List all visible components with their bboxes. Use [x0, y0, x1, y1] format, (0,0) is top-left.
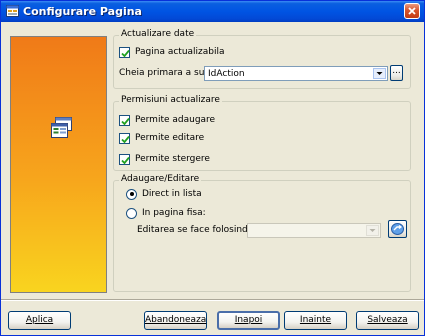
checkbox-box[interactable] — [119, 153, 130, 165]
cheia-primara-select[interactable]: IdAction — [204, 66, 388, 81]
in-pagina-fisa-radio[interactable]: In pagina fisa: — [126, 206, 206, 220]
edit-form-button[interactable] — [388, 220, 407, 238]
close-icon — [408, 7, 416, 15]
dropdown-arrow[interactable] — [373, 68, 386, 79]
pagina-actualizabila-checkbox[interactable]: Pagina actualizabila — [119, 45, 225, 59]
radio-dot — [129, 192, 134, 196]
radio-label: In pagina fisa: — [142, 208, 206, 218]
checkmark-icon — [121, 49, 130, 57]
close-button[interactable] — [404, 3, 420, 19]
inapoi-label: Inapoi — [234, 315, 263, 325]
browse-label: ... — [392, 66, 401, 76]
permite-stergere-checkbox[interactable]: Permite stergere — [119, 152, 210, 166]
checkbox-label: Permite stergere — [135, 154, 210, 164]
dialog-window: Configurare Pagina Actualizare date Pagi… — [0, 0, 425, 336]
window-title: Configurare Pagina — [23, 5, 142, 18]
checkbox-box[interactable] — [119, 132, 130, 144]
window-icon — [6, 5, 19, 17]
radio-circle[interactable] — [126, 207, 137, 219]
inainte-button[interactable]: Inainte — [284, 311, 347, 330]
abandoneaza-button[interactable]: Abandoneaza — [144, 311, 207, 330]
group-label: Actualizare date — [119, 29, 197, 39]
salveaza-button[interactable]: Salveaza — [356, 311, 419, 330]
checkmark-icon — [121, 135, 130, 143]
aplica-label: Aplica — [25, 315, 54, 325]
checkbox-label: Permite adaugare — [135, 115, 216, 125]
radio-circle[interactable] — [126, 188, 137, 200]
salveaza-label: Salveaza — [367, 315, 408, 325]
inapoi-button[interactable]: Inapoi — [217, 311, 280, 330]
side-banner — [10, 36, 107, 293]
inainte-label: Inainte — [299, 315, 332, 325]
group-label: Permisiuni actualizare — [119, 95, 222, 105]
checkbox-label: Pagina actualizabila — [135, 47, 225, 57]
form-config-icon — [51, 117, 73, 139]
chevron-down-icon — [376, 72, 383, 75]
dropdown-arrow[interactable] — [366, 225, 379, 236]
chevron-down-icon — [369, 229, 376, 232]
direct-in-lista-radio[interactable]: Direct in lista — [126, 187, 202, 201]
group-label: Adaugare/Editare — [119, 174, 202, 184]
aplica-button[interactable]: Aplica — [8, 311, 71, 330]
cheia-value: IdAction — [208, 69, 245, 79]
checkbox-label: Permite editare — [135, 133, 205, 143]
edit-form-icon — [391, 223, 404, 235]
checkmark-icon — [121, 117, 130, 125]
radio-label: Direct in lista — [142, 189, 202, 199]
checkmark-icon — [121, 156, 130, 164]
checkbox-box[interactable] — [119, 46, 130, 58]
browse-button[interactable]: ... — [390, 65, 403, 81]
abandoneaza-label: Abandoneaza — [145, 315, 207, 325]
fisa-select[interactable] — [247, 223, 381, 238]
footer-separator — [1, 299, 424, 301]
title-bar[interactable]: Configurare Pagina — [1, 1, 424, 22]
permite-adaugare-checkbox[interactable]: Permite adaugare — [119, 113, 215, 127]
checkbox-box[interactable] — [119, 114, 130, 126]
permite-editare-checkbox[interactable]: Permite editare — [119, 131, 204, 145]
